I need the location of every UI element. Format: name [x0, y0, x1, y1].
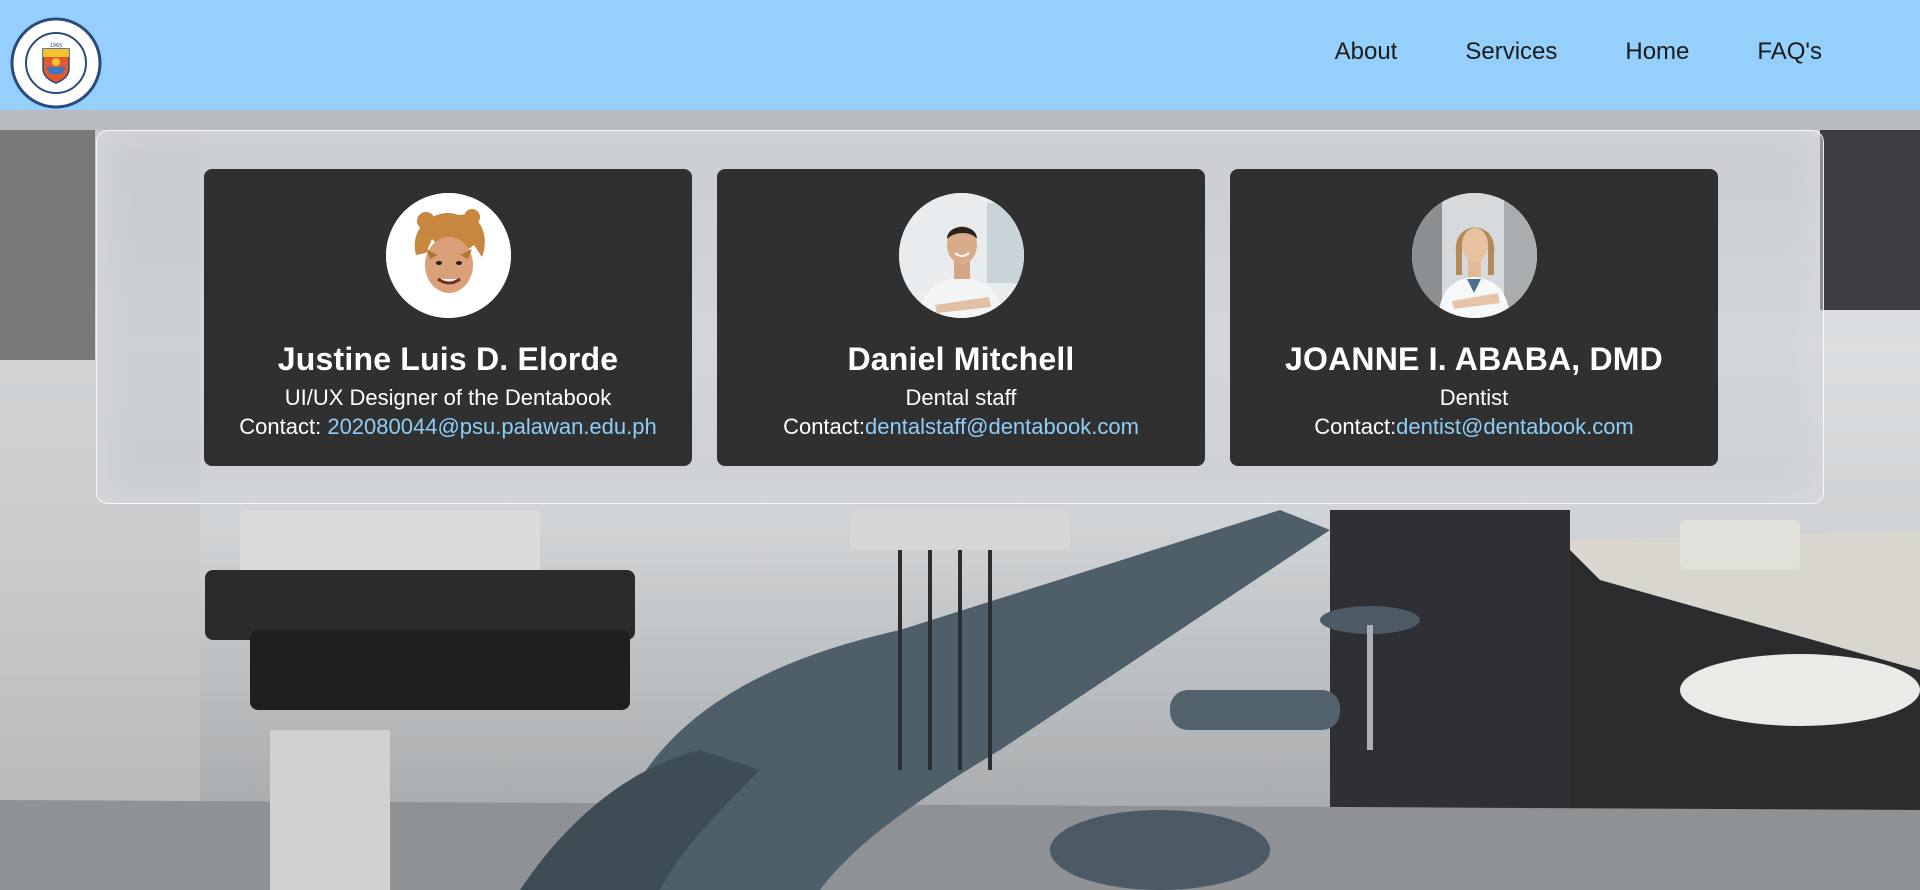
- member-role: Dentist: [1439, 385, 1509, 410]
- contact-label: Contact:: [239, 414, 328, 439]
- team-card-designer: Justine Luis D. Elorde UI/UX Designer of…: [204, 169, 692, 466]
- nav-faq-link[interactable]: FAQ's: [1757, 38, 1822, 66]
- top-navbar: 1965 About Services Home FAQ's: [0, 0, 1920, 110]
- member-name: Daniel Mitchell: [847, 341, 1075, 377]
- member-contact: Contact:dentalstaff@dentabook.com: [717, 414, 1205, 440]
- main-navigation: About Services Home FAQ's: [1335, 38, 1822, 66]
- email-link[interactable]: dentist@dentabook.com: [1396, 414, 1634, 439]
- nav-home-link[interactable]: Home: [1625, 38, 1689, 66]
- team-card-staff: Daniel Mitchell Dental staff Contact:den…: [717, 169, 1205, 466]
- member-role: UI/UX Designer of the Dentabook: [284, 385, 612, 410]
- member-role: Dental staff: [905, 385, 1017, 410]
- cartoon-portrait-avatar: [386, 193, 511, 318]
- svg-text:1965: 1965: [50, 43, 63, 49]
- email-link[interactable]: dentalstaff@dentabook.com: [865, 414, 1139, 439]
- nav-about-link[interactable]: About: [1335, 38, 1398, 66]
- university-seal-icon[interactable]: 1965: [10, 17, 102, 109]
- nav-services-link[interactable]: Services: [1465, 38, 1557, 66]
- team-card-dentist: JOANNE I. ABABA, DMD Dentist Contact:den…: [1230, 169, 1718, 466]
- female-dentist-photo-avatar: [1412, 193, 1537, 318]
- member-name: Justine Luis D. Elorde: [277, 341, 619, 377]
- email-link[interactable]: 202080044@psu.palawan.edu.ph: [327, 414, 656, 439]
- contact-label: Contact:: [783, 414, 866, 439]
- member-name: JOANNE I. ABABA, DMD: [1285, 341, 1663, 377]
- member-contact: Contact:dentist@dentabook.com: [1230, 414, 1718, 440]
- team-panel: Justine Luis D. Elorde UI/UX Designer of…: [96, 130, 1824, 504]
- member-contact: Contact: 202080044@psu.palawan.edu.ph: [204, 414, 692, 440]
- male-staff-photo-avatar: [899, 193, 1024, 318]
- contact-label: Contact:: [1314, 414, 1397, 439]
